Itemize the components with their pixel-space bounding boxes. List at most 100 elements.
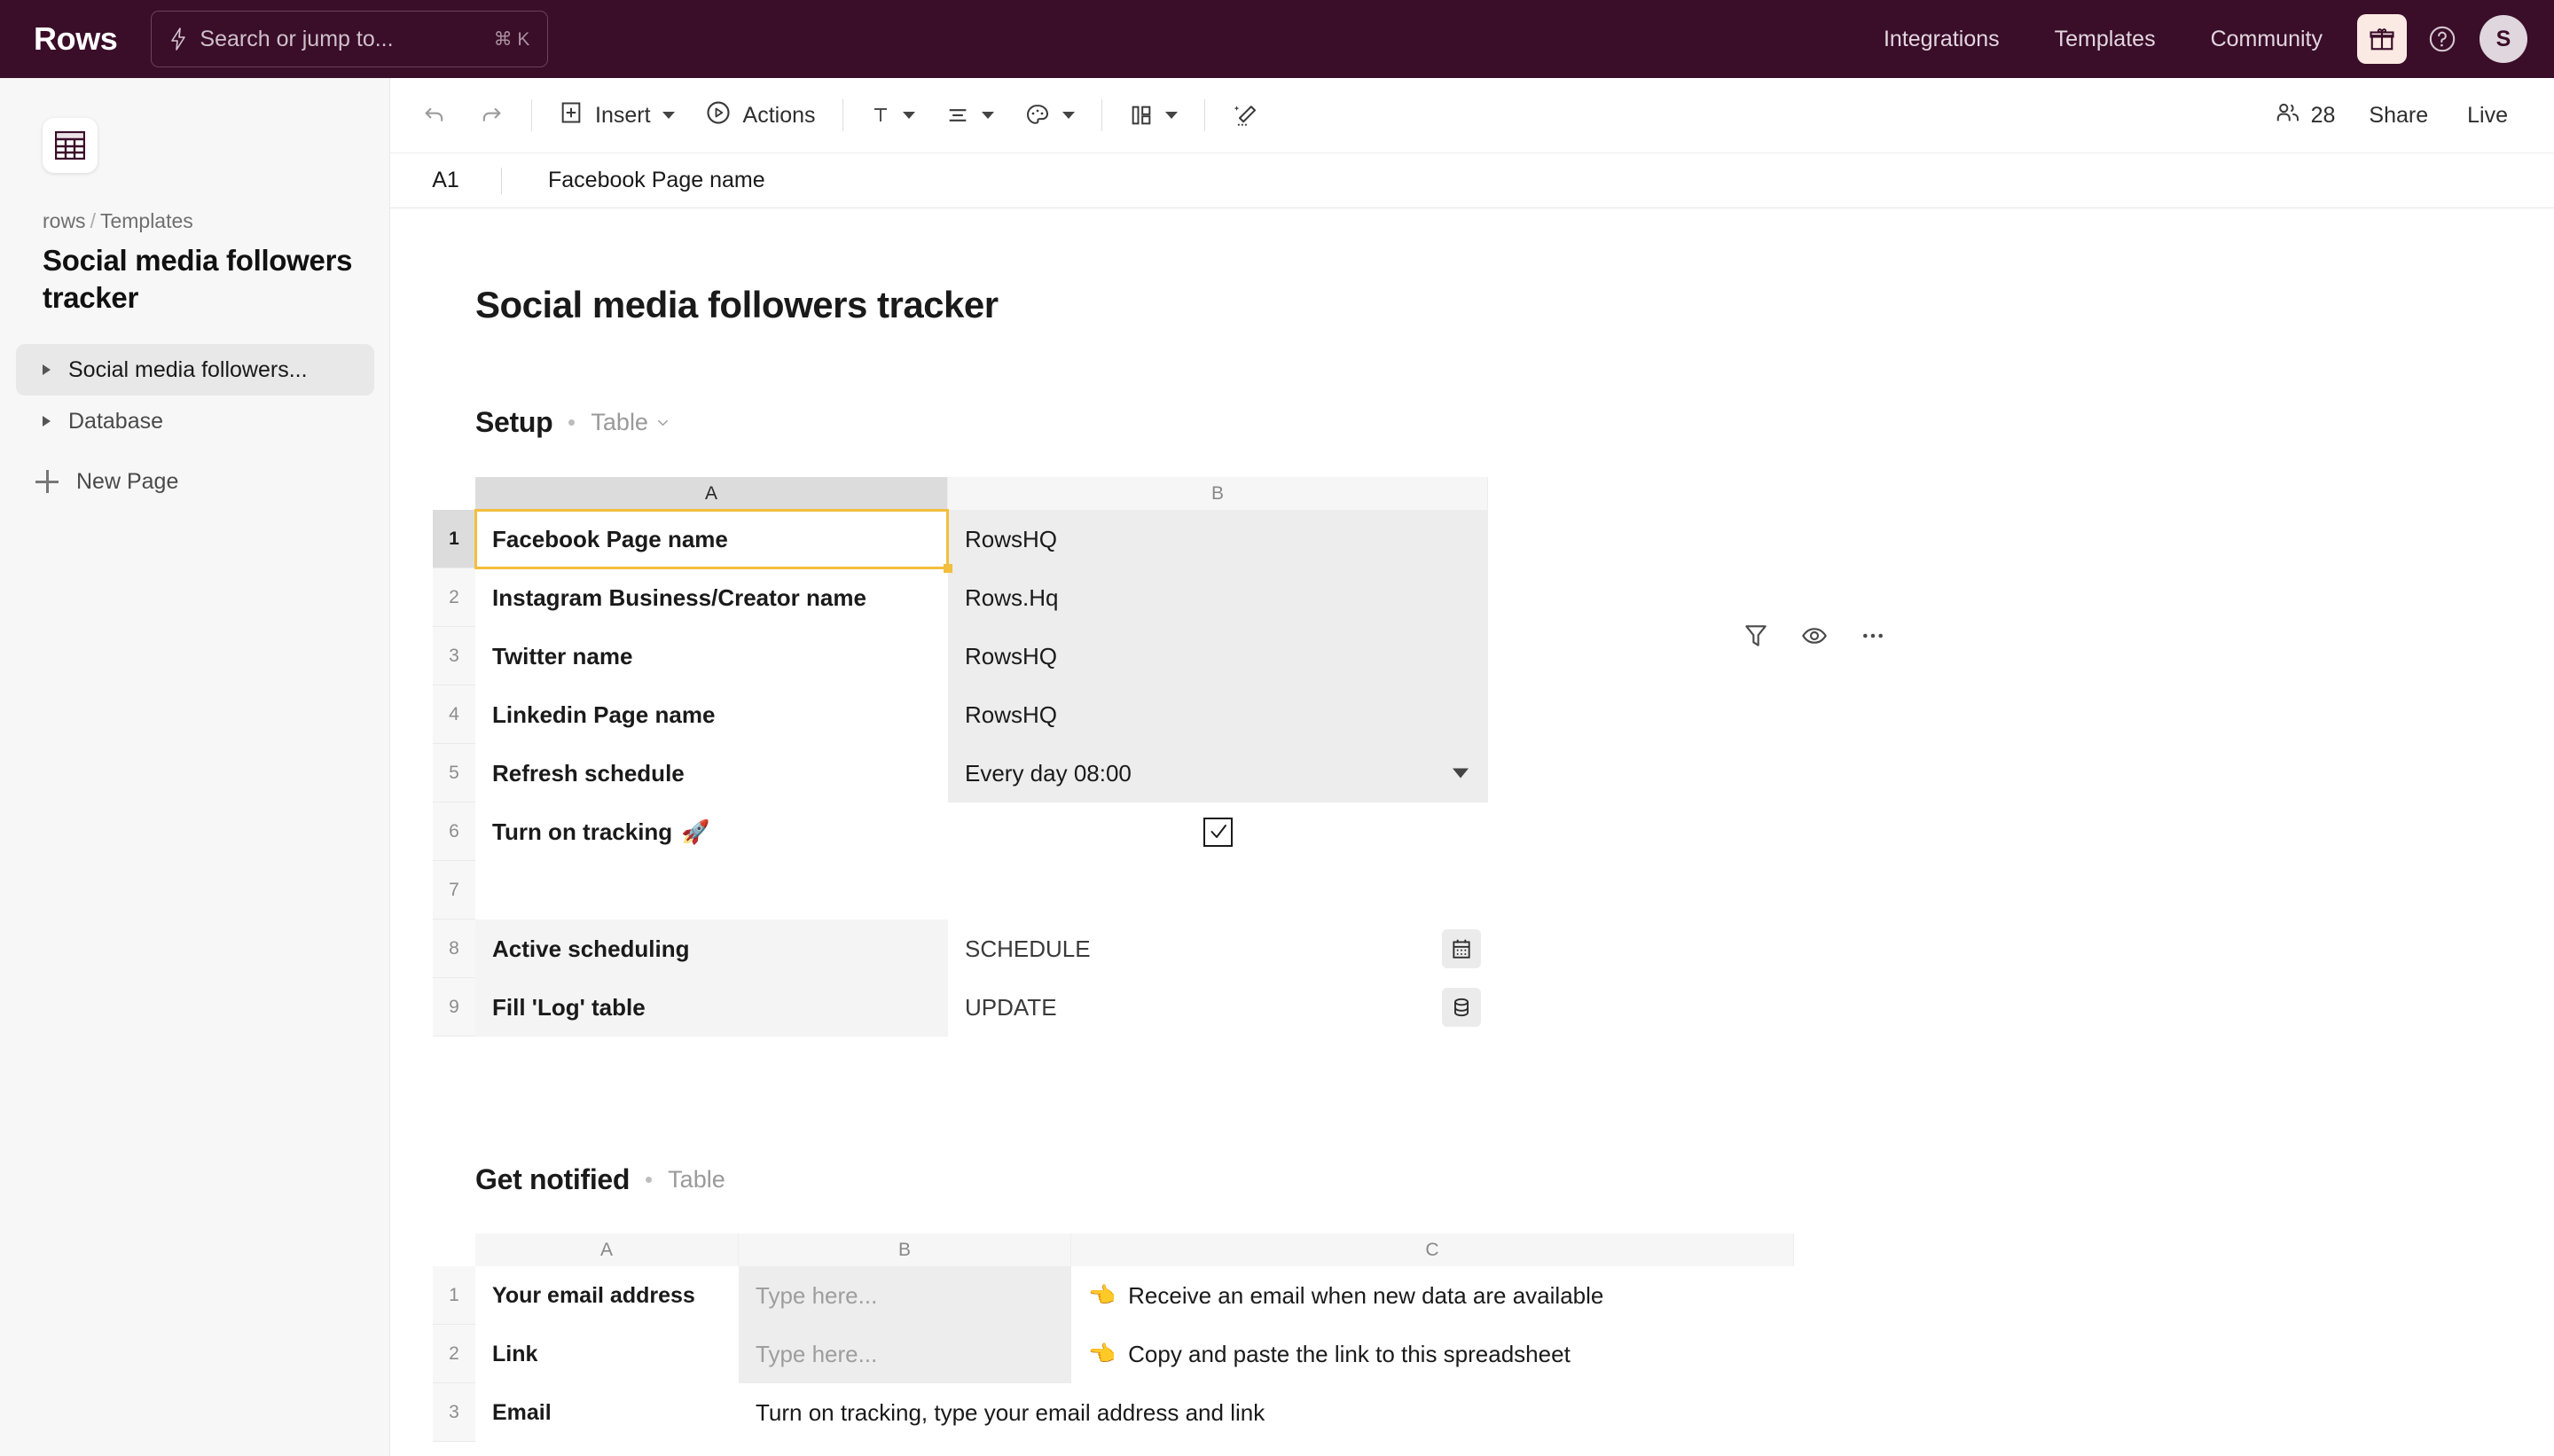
row-number[interactable]: 6	[433, 802, 475, 861]
column-header-b[interactable]: B	[739, 1233, 1071, 1266]
gift-icon[interactable]	[2357, 14, 2407, 64]
section-header-get-notified: Get notified Table	[475, 1163, 725, 1196]
table-row: 5 Refresh schedule Every day 08:00	[433, 744, 1488, 802]
setup-grid: A B 1 Facebook Page name RowsHQ 2 Instag…	[433, 477, 1488, 1037]
chevron-down-icon	[981, 112, 994, 119]
cell-a3[interactable]: Twitter name	[475, 627, 948, 685]
user-avatar[interactable]: S	[2480, 15, 2527, 63]
cell-a1[interactable]: Facebook Page name	[474, 509, 952, 573]
cell-reference-input[interactable]: A1	[390, 168, 501, 193]
chevron-right-icon[interactable]	[43, 416, 51, 427]
chevron-down-icon	[1453, 768, 1469, 779]
search-input[interactable]: Search or jump to... ⌘ K	[151, 11, 549, 67]
cell-b4[interactable]: RowsHQ	[948, 685, 1488, 744]
cell-b2[interactable]: Rows.Hq	[948, 568, 1488, 627]
nav-integrations[interactable]: Integrations	[1856, 27, 2027, 52]
cell-b1[interactable]: RowsHQ	[948, 510, 1488, 568]
text-format-icon[interactable]	[858, 90, 927, 140]
cell-a9[interactable]: Fill 'Log' table	[475, 978, 948, 1037]
breadcrumb-folder[interactable]: Templates	[100, 209, 193, 232]
clear-formatting-icon[interactable]	[1220, 90, 1270, 140]
row-number[interactable]: 5	[433, 744, 475, 802]
cell-c2[interactable]: 👈 Copy and paste the link to this spread…	[1071, 1325, 1794, 1383]
cell-b3[interactable]: RowsHQ	[948, 627, 1488, 685]
new-page-button[interactable]: New Page	[16, 456, 374, 507]
column-header-a[interactable]: A	[475, 1233, 739, 1266]
cell-c1[interactable]: 👈 Receive an email when new data are ava…	[1071, 1266, 1794, 1325]
column-header-c[interactable]: C	[1071, 1233, 1794, 1266]
cell-a5[interactable]: Refresh schedule	[475, 744, 948, 802]
lightning-bolt-icon	[169, 27, 187, 51]
refresh-schedule-dropdown[interactable]: Every day 08:00	[948, 744, 1488, 802]
align-icon[interactable]	[934, 90, 1006, 140]
row-number[interactable]: 1	[433, 1266, 475, 1325]
row-number[interactable]: 2	[433, 1325, 475, 1383]
cell-a4[interactable]: Linkedin Page name	[475, 685, 948, 744]
nav-community[interactable]: Community	[2183, 27, 2350, 52]
insert-button[interactable]: Insert	[547, 90, 686, 140]
refresh-schedule-value: Every day 08:00	[965, 759, 1132, 787]
chevron-down-icon[interactable]	[656, 416, 670, 429]
eye-icon[interactable]	[1797, 618, 1832, 654]
breadcrumb-workspace[interactable]: rows	[43, 209, 86, 232]
email-address-input[interactable]: Type here...	[739, 1266, 1071, 1325]
cell-layout-icon[interactable]	[1117, 90, 1189, 140]
section-header-setup: Setup Table	[475, 406, 670, 439]
cell-b6[interactable]	[948, 802, 1488, 861]
row-number[interactable]: 2	[433, 568, 475, 627]
live-button[interactable]: Live	[2448, 103, 2527, 129]
row-number[interactable]: 3	[433, 1383, 475, 1442]
collaborators-button[interactable]: 28	[2260, 99, 2350, 132]
question-circle-icon[interactable]	[2419, 16, 2465, 62]
cell-b7[interactable]	[948, 861, 1488, 920]
cell-a6[interactable]: Turn on tracking 🚀	[475, 802, 948, 861]
database-icon[interactable]	[1442, 988, 1481, 1027]
redo-arrow-icon[interactable]	[466, 90, 516, 140]
app-logo[interactable]: Rows	[34, 20, 118, 58]
column-header-a[interactable]: A	[475, 477, 948, 510]
actions-button[interactable]: Actions	[693, 90, 827, 140]
pointing-left-icon: 👈	[1088, 1282, 1116, 1308]
color-palette-icon[interactable]	[1013, 90, 1086, 140]
cell-a2[interactable]: Link	[475, 1325, 739, 1383]
search-shortcut: ⌘ K	[493, 28, 530, 50]
calendar-icon[interactable]	[1442, 929, 1481, 968]
cell-a7[interactable]	[475, 861, 948, 920]
section-type-label[interactable]: Table	[668, 1166, 725, 1194]
play-circle-icon	[705, 99, 732, 132]
row-number[interactable]: 9	[433, 978, 475, 1037]
cell-b9[interactable]: UPDATE	[948, 978, 1488, 1037]
chevron-right-icon[interactable]	[43, 364, 51, 375]
cell-a8[interactable]: Active scheduling	[475, 920, 948, 978]
rocket-icon: 🚀	[681, 818, 710, 845]
section-title[interactable]: Setup	[475, 406, 553, 439]
cell-a2[interactable]: Instagram Business/Creator name	[475, 568, 948, 627]
link-input[interactable]: Type here...	[739, 1325, 1071, 1383]
row-number[interactable]: 3	[433, 627, 475, 685]
row-number[interactable]: 1	[433, 510, 475, 568]
actions-label: Actions	[742, 102, 816, 128]
spreadsheet-grid-icon[interactable]	[43, 118, 98, 173]
section-type-label[interactable]: Table	[591, 409, 648, 436]
row-number[interactable]: 4	[433, 685, 475, 744]
more-options-icon[interactable]	[1855, 618, 1891, 654]
tracking-checkbox[interactable]	[1203, 817, 1233, 847]
row-number[interactable]: 7	[433, 861, 475, 920]
cell-b8[interactable]: SCHEDULE	[948, 920, 1488, 978]
column-header-b[interactable]: B	[948, 477, 1488, 510]
nav-templates[interactable]: Templates	[2027, 27, 2183, 52]
plus-box-icon	[559, 100, 584, 131]
section-title[interactable]: Get notified	[475, 1163, 630, 1196]
toolbar-divider	[531, 99, 532, 131]
undo-arrow-icon[interactable]	[410, 90, 459, 140]
sidebar-item-database[interactable]: Database	[16, 395, 374, 447]
row-number[interactable]: 8	[433, 920, 475, 978]
cell-a3[interactable]: Email	[475, 1383, 739, 1442]
cell-a1[interactable]: Your email address	[475, 1266, 739, 1325]
formula-input[interactable]: Facebook Page name	[548, 168, 2554, 193]
page-title[interactable]: Social media followers tracker	[475, 284, 999, 326]
filter-icon[interactable]	[1738, 618, 1774, 654]
cell-b3[interactable]: Turn on tracking, type your email addres…	[739, 1383, 1794, 1442]
sidebar-item-social-media-followers[interactable]: Social media followers...	[16, 344, 374, 395]
share-button[interactable]: Share	[2349, 103, 2448, 129]
